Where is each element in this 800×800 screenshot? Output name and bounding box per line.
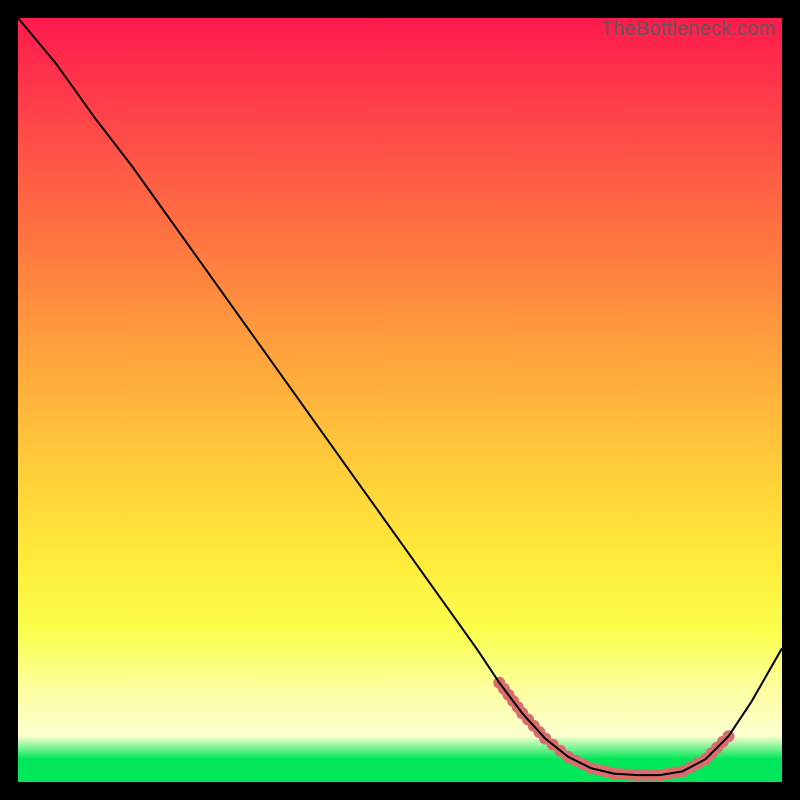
curve-layer xyxy=(18,18,782,782)
pink-highlight-series xyxy=(493,677,734,781)
watermark-text: TheBottleneck.com xyxy=(601,18,776,41)
chart-frame: TheBottleneck.com xyxy=(0,0,800,800)
black-curve-series xyxy=(18,18,782,775)
gradient-plot-area: TheBottleneck.com xyxy=(18,18,782,782)
